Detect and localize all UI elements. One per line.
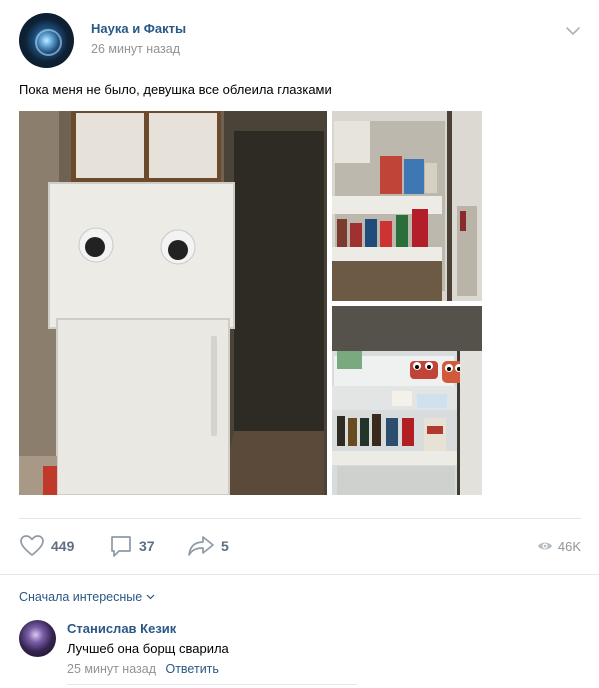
heart-icon xyxy=(20,535,44,556)
post-actions: 449 37 5 46K xyxy=(19,533,581,559)
post-photo-1[interactable] xyxy=(19,111,327,495)
share-count: 5 xyxy=(221,538,229,554)
community-avatar[interactable] xyxy=(19,13,74,68)
views-count: 46K xyxy=(557,538,581,554)
eye-icon xyxy=(537,542,552,550)
comment-text: Лучшеб она борщ сварила xyxy=(67,641,229,656)
comment-button[interactable]: 37 xyxy=(109,533,155,559)
comment-meta: 25 минут назад Ответить xyxy=(67,662,219,676)
commenter-name[interactable]: Станислав Кезик xyxy=(67,621,176,636)
post-text: Пока меня не было, девушка все облеила г… xyxy=(19,82,332,97)
post-divider xyxy=(19,518,581,519)
share-arrow-icon xyxy=(188,536,214,556)
comment-timestamp[interactable]: 25 минут назад xyxy=(67,662,156,676)
comments-sort-label: Сначала интересные xyxy=(19,590,143,604)
comment-bubble-icon xyxy=(111,536,131,557)
views-counter: 46K xyxy=(537,533,581,559)
post-timestamp[interactable]: 26 минут назад xyxy=(91,42,180,56)
comment-divider xyxy=(67,684,357,685)
like-button[interactable]: 449 xyxy=(19,533,74,559)
like-count: 449 xyxy=(51,538,75,554)
chevron-down-icon xyxy=(146,594,155,600)
share-button[interactable]: 5 xyxy=(187,533,229,559)
reply-button[interactable]: Ответить xyxy=(165,662,218,676)
post-photo-2[interactable] xyxy=(332,111,482,301)
chevron-down-icon xyxy=(566,27,580,35)
post-photo-3[interactable] xyxy=(332,306,482,495)
commenter-avatar[interactable] xyxy=(19,620,56,657)
post-header: Наука и Факты 26 минут назад xyxy=(19,13,584,69)
comments-divider xyxy=(0,574,599,575)
community-name[interactable]: Наука и Факты xyxy=(91,21,186,36)
post-menu-button[interactable] xyxy=(565,23,581,39)
comments-sort-dropdown[interactable]: Сначала интересные xyxy=(19,590,155,604)
comment-item: Станислав Кезик Лучшеб она борщ сварила … xyxy=(19,619,579,685)
comment-count: 37 xyxy=(139,538,155,554)
